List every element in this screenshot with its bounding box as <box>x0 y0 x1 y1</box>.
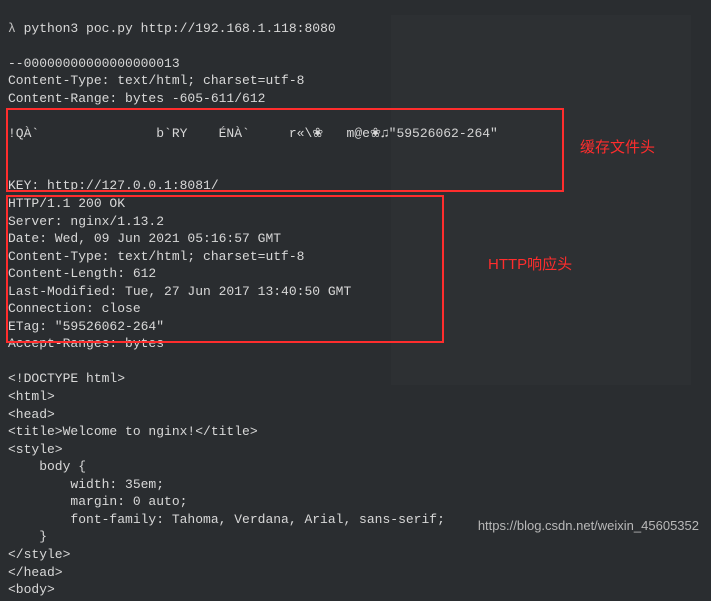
body-line: <title>Welcome to nginx!</title> <box>8 424 258 439</box>
body-line: margin: 0 auto; <box>8 494 187 509</box>
content-type-1: Content-Type: text/html; charset=utf-8 <box>8 73 304 88</box>
annotation-label-cache: 缓存文件头 <box>580 138 655 158</box>
date-header: Date: Wed, 09 Jun 2021 05:16:57 GMT <box>8 231 281 246</box>
body-line: <head> <box>8 407 55 422</box>
cache-key: KEY: http://127.0.0.1:8081/ <box>8 178 219 193</box>
body-line: font-family: Tahoma, Verdana, Arial, san… <box>8 512 445 527</box>
watermark-text: https://blog.csdn.net/weixin_45605352 <box>478 517 699 535</box>
content-type-2: Content-Type: text/html; charset=utf-8 <box>8 249 304 264</box>
body-line: <!DOCTYPE html> <box>8 371 125 386</box>
body-line: </style> <box>8 547 70 562</box>
etag-header: ETag: "59526062-264" <box>8 319 164 334</box>
prompt-symbol: λ <box>8 21 16 36</box>
body-line: width: 35em; <box>8 477 164 492</box>
body-line: <html> <box>8 389 55 404</box>
accept-ranges: Accept-Ranges: bytes <box>8 336 164 351</box>
annotation-label-http: HTTP响应头 <box>488 255 572 275</box>
body-line: </head> <box>8 565 63 580</box>
connection-header: Connection: close <box>8 301 141 316</box>
body-line: } <box>8 529 47 544</box>
boundary-line: --00000000000000000013 <box>8 56 180 71</box>
body-line: body { <box>8 459 86 474</box>
command-text: python3 poc.py http://192.168.1.118:8080 <box>24 21 336 36</box>
body-line: <style> <box>8 442 63 457</box>
http-status: HTTP/1.1 200 OK <box>8 196 125 211</box>
content-length: Content-Length: 612 <box>8 266 156 281</box>
terminal-output: λ python3 poc.py http://192.168.1.118:80… <box>0 0 711 601</box>
body-line: <body> <box>8 582 55 597</box>
server-header: Server: nginx/1.13.2 <box>8 214 164 229</box>
cache-binary-line: !QÀ` b`RY ÉNÀ` r«\❀ m@e❀♫"59526062-264" <box>8 126 498 141</box>
content-range: Content-Range: bytes -605-611/612 <box>8 91 265 106</box>
last-modified: Last-Modified: Tue, 27 Jun 2017 13:40:50… <box>8 284 351 299</box>
